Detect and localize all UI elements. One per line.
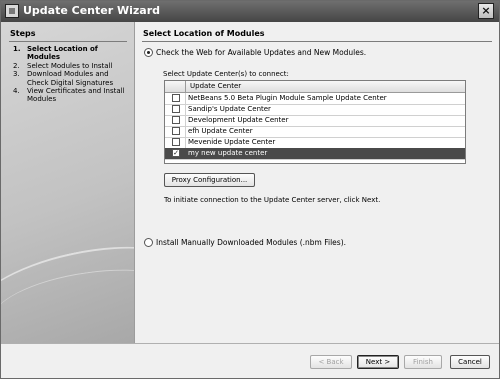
column-divider: [185, 93, 186, 104]
step-item-1: 1. Select Location of Modules: [13, 45, 131, 62]
column-divider: [185, 104, 186, 115]
step-item-3: 3. Download Modules and Check Digital Si…: [13, 70, 131, 87]
table-header: Update Center: [165, 81, 465, 93]
update-center-table[interactable]: Update Center NetBeans 5.0 Beta Plugin M…: [164, 80, 466, 164]
close-button[interactable]: ×: [478, 3, 494, 19]
checkbox-column-header[interactable]: [165, 81, 186, 92]
update-center-column-header[interactable]: Update Center: [190, 82, 241, 90]
step-label: View Certificates and Install Modules: [27, 87, 125, 104]
row-checkbox[interactable]: [172, 138, 180, 146]
row-checkbox[interactable]: [172, 127, 180, 135]
row-checkbox-checked[interactable]: ✓: [172, 149, 180, 157]
column-divider: [185, 137, 186, 148]
update-center-name: Sandip's Update Center: [188, 105, 271, 113]
divider: [9, 41, 127, 42]
step-number: 4.: [13, 87, 20, 96]
update-center-name: NetBeans 5.0 Beta Plugin Module Sample U…: [188, 94, 387, 102]
app-icon: [5, 4, 19, 18]
wizard-window: Update Center Wizard × Steps 1. Select L…: [0, 0, 500, 379]
window-title: Update Center Wizard: [23, 4, 161, 17]
column-divider: [185, 126, 186, 137]
update-center-name: Development Update Center: [188, 116, 289, 124]
title-bar[interactable]: Update Center Wizard ×: [1, 1, 499, 22]
steps-list: 1. Select Location of Modules 2. Select …: [13, 45, 131, 104]
update-center-name: efh Update Center: [188, 127, 253, 135]
proxy-configuration-button[interactable]: Proxy Configuration...: [164, 173, 255, 187]
step-number: 2.: [13, 61, 20, 70]
update-center-name: my new update center: [188, 149, 268, 157]
row-checkbox[interactable]: [172, 116, 180, 124]
steps-title: Steps: [10, 29, 36, 38]
step-number: 3.: [13, 70, 20, 79]
step-label: Select Modules to Install: [27, 61, 113, 70]
back-button[interactable]: < Back: [310, 355, 352, 369]
manual-install-radio[interactable]: [144, 238, 153, 247]
step-label: Download Modules and Check Digital Signa…: [27, 70, 114, 87]
update-center-list-label: Select Update Center(s) to connect:: [163, 70, 289, 78]
step-number: 1.: [13, 45, 21, 53]
finish-button[interactable]: Finish: [404, 355, 442, 369]
next-step-hint: To initiate connection to the Update Cen…: [164, 196, 381, 204]
web-updates-label[interactable]: Check the Web for Available Updates and …: [156, 48, 366, 57]
divider: [1, 343, 499, 344]
page-title: Select Location of Modules: [143, 29, 265, 38]
step-item-4: 4. View Certificates and Install Modules: [13, 87, 131, 104]
steps-panel: Steps 1. Select Location of Modules 2. S…: [1, 22, 135, 343]
update-center-name: Mevenide Update Center: [188, 138, 276, 146]
row-checkbox[interactable]: [172, 105, 180, 113]
column-divider: [185, 115, 186, 126]
manual-install-label[interactable]: Install Manually Downloaded Modules (.nb…: [156, 238, 346, 247]
step-label: Select Location of Modules: [27, 45, 98, 62]
next-button[interactable]: Next >: [357, 355, 399, 369]
table-row-selected[interactable]: ✓ my new update center: [165, 148, 465, 160]
step-item-2: 2. Select Modules to Install: [13, 62, 131, 70]
divider: [142, 41, 492, 42]
cancel-button[interactable]: Cancel: [450, 355, 490, 369]
web-updates-radio[interactable]: [144, 48, 153, 57]
column-divider: [185, 148, 186, 159]
row-checkbox[interactable]: [172, 94, 180, 102]
